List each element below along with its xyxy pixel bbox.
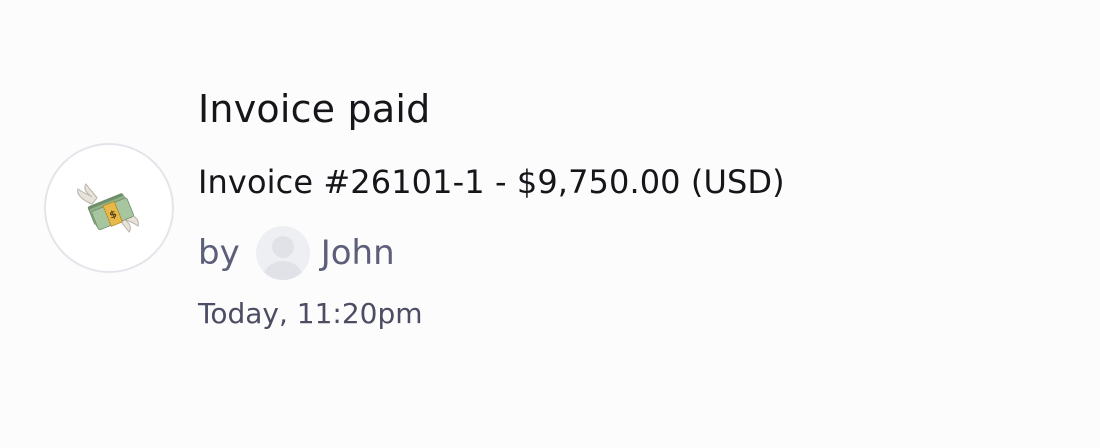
author-row: by John xyxy=(198,225,785,281)
activity-title: Invoice paid xyxy=(198,87,431,131)
author-prefix: by xyxy=(198,233,240,273)
activity-content: Invoice paid Invoice #26101-1 - $9,750.0… xyxy=(198,84,785,334)
user-avatar-placeholder-icon xyxy=(261,236,304,280)
activity-item: $ Invoice paid Invoice #26101-1 - $9,750… xyxy=(0,0,1100,448)
timestamp: Today, 11:20pm xyxy=(198,297,423,330)
event-icon-badge: $ xyxy=(44,143,174,273)
avatar xyxy=(255,226,310,280)
invoice-description: Invoice #26101-1 - $9,750.00 (USD) xyxy=(198,163,785,201)
author-name[interactable]: John xyxy=(321,233,395,273)
money-with-wings-icon: $ xyxy=(77,183,139,233)
